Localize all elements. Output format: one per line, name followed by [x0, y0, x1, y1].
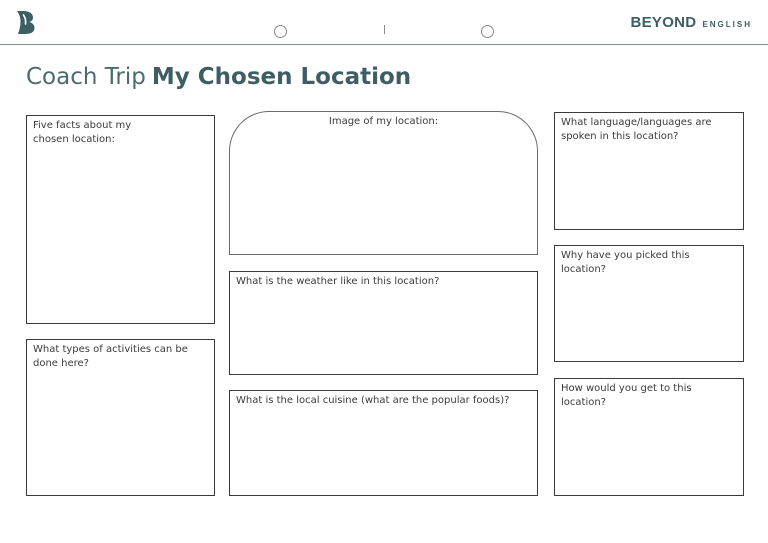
- beyond-english-logo-icon: [17, 11, 35, 34]
- activities-box[interactable]: What types of activities can be done her…: [26, 339, 215, 496]
- language-box[interactable]: What language/languages are spoken in th…: [554, 112, 744, 230]
- brand-sub-text: ENGLISH: [702, 20, 752, 29]
- image-box[interactable]: Image of my location:: [229, 111, 538, 255]
- header-divider: [0, 44, 768, 45]
- how-box[interactable]: How would you get to this location?: [554, 378, 744, 496]
- page-title-light: Coach Trip: [26, 64, 146, 90]
- page-title-bold: My Chosen Location: [151, 64, 412, 90]
- why-box[interactable]: Why have you picked this location?: [554, 245, 744, 362]
- cuisine-box[interactable]: What is the local cuisine (what are the …: [229, 390, 538, 496]
- brand-wordmark: BEYOND ENGLISH: [630, 14, 752, 31]
- punch-hole-right: [481, 25, 494, 38]
- weather-box[interactable]: What is the weather like in this locatio…: [229, 271, 538, 375]
- five-facts-box[interactable]: Five facts about my chosen location:: [26, 115, 215, 324]
- punch-hole-left: [274, 25, 287, 38]
- center-mark: [384, 25, 385, 34]
- brand-main-text: BEYOND: [630, 14, 697, 31]
- page-title: Coach Trip My Chosen Location: [26, 64, 411, 90]
